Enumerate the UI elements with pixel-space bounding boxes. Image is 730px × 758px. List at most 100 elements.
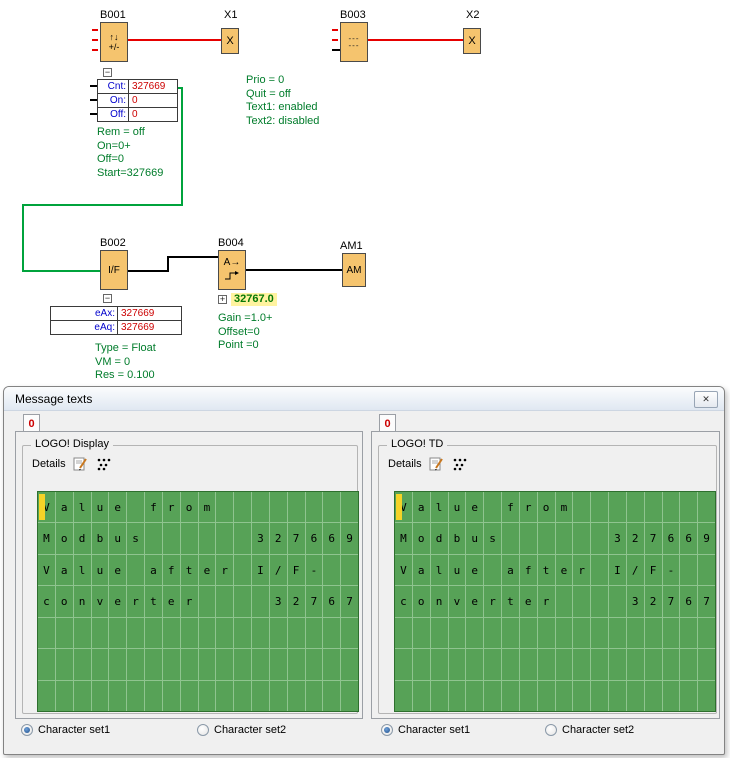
wire-b002-b004-a[interactable] — [128, 270, 169, 272]
lcd-cell[interactable] — [181, 618, 198, 648]
lcd-cell[interactable] — [484, 618, 501, 648]
lcd-cell[interactable] — [466, 618, 483, 648]
lcd-cell[interactable] — [484, 649, 501, 679]
lcd-cell[interactable] — [449, 681, 466, 711]
lcd-cell[interactable]: e — [199, 555, 216, 585]
lcd-cell[interactable]: 7 — [645, 523, 662, 553]
lcd-cell[interactable] — [270, 618, 287, 648]
lcd-cell[interactable] — [591, 555, 608, 585]
wire-b004-am1[interactable] — [246, 269, 342, 271]
lcd-cell[interactable] — [216, 681, 233, 711]
lcd-cell[interactable] — [680, 555, 697, 585]
lcd-cell[interactable] — [556, 649, 573, 679]
lcd-cell[interactable] — [609, 681, 626, 711]
lcd-cell[interactable]: r — [163, 492, 180, 522]
lcd-cell[interactable] — [252, 618, 269, 648]
lcd-cell[interactable] — [538, 681, 555, 711]
lcd-cell[interactable] — [431, 681, 448, 711]
lcd-cell[interactable]: 7 — [341, 586, 358, 616]
lcd-cell[interactable] — [395, 649, 412, 679]
wire-counter-out-e[interactable] — [22, 270, 101, 272]
lcd-cell[interactable] — [591, 649, 608, 679]
lcd-cell[interactable]: 9 — [341, 523, 358, 553]
block-b002-if-converter[interactable]: I/F — [100, 250, 128, 290]
lcd-cell[interactable]: r — [573, 555, 590, 585]
lcd-cell[interactable]: t — [181, 555, 198, 585]
lcd-cell[interactable]: I — [609, 555, 626, 585]
lcd-cell[interactable]: 6 — [323, 523, 340, 553]
lcd-cell[interactable]: 2 — [645, 586, 662, 616]
lcd-cell[interactable]: 7 — [698, 586, 715, 616]
wire-counter-out-b[interactable] — [181, 87, 183, 206]
lcd-cell[interactable] — [199, 681, 216, 711]
lcd-cell[interactable]: 9 — [698, 523, 715, 553]
lcd-cell[interactable] — [199, 618, 216, 648]
lcd-cell[interactable] — [627, 618, 644, 648]
lcd-cell[interactable] — [609, 586, 626, 616]
radio-td-charset2[interactable]: Character set2 — [545, 724, 634, 736]
lcd-cell[interactable]: r — [538, 586, 555, 616]
expand-box[interactable]: + — [218, 295, 227, 304]
param-value[interactable]: 327669 — [118, 307, 154, 320]
lcd-cell[interactable]: V — [38, 492, 55, 522]
lcd-cell[interactable]: a — [56, 555, 73, 585]
lcd-cell[interactable]: f — [520, 555, 537, 585]
lcd-cell[interactable]: c — [395, 586, 412, 616]
lcd-cell[interactable]: a — [145, 555, 162, 585]
lcd-cell[interactable] — [413, 649, 430, 679]
lcd-cell[interactable] — [502, 681, 519, 711]
radio-button-icon[interactable] — [197, 724, 209, 736]
edit-details-icon[interactable] — [73, 456, 89, 471]
lcd-cell[interactable]: 6 — [323, 586, 340, 616]
block-b001-updown-counter[interactable]: ↑↓ +/- — [100, 22, 128, 62]
lcd-cell[interactable]: d — [74, 523, 91, 553]
lcd-cell[interactable]: r — [484, 586, 501, 616]
lcd-cell[interactable] — [573, 618, 590, 648]
lcd-cell[interactable] — [288, 492, 305, 522]
lcd-cell[interactable] — [216, 586, 233, 616]
lcd-cell[interactable]: 6 — [663, 523, 680, 553]
lcd-cell[interactable] — [520, 681, 537, 711]
lcd-cell[interactable] — [145, 681, 162, 711]
lcd-cell[interactable] — [556, 586, 573, 616]
lcd-cell[interactable]: M — [395, 523, 412, 553]
lcd-cell[interactable] — [449, 649, 466, 679]
lcd-cell[interactable]: 3 — [270, 586, 287, 616]
wire-b002-b004-b[interactable] — [167, 256, 169, 272]
lcd-cell[interactable] — [216, 649, 233, 679]
lcd-cell[interactable]: a — [413, 555, 430, 585]
special-characters-icon[interactable] — [452, 456, 468, 471]
lcd-cell[interactable] — [645, 649, 662, 679]
lcd-cell[interactable] — [323, 681, 340, 711]
lcd-cell[interactable] — [698, 555, 715, 585]
lcd-cell[interactable] — [680, 649, 697, 679]
lcd-cell[interactable]: r — [181, 586, 198, 616]
lcd-cell[interactable] — [127, 492, 144, 522]
lcd-cell[interactable] — [234, 681, 251, 711]
lcd-cell[interactable] — [56, 681, 73, 711]
wire-counter-out-d[interactable] — [22, 204, 24, 272]
radio-button-icon[interactable] — [21, 724, 33, 736]
lcd-cell[interactable]: b — [449, 523, 466, 553]
lcd-cell[interactable]: n — [74, 586, 91, 616]
lcd-cell[interactable] — [538, 618, 555, 648]
lcd-cell[interactable] — [484, 681, 501, 711]
lcd-cell[interactable]: o — [56, 523, 73, 553]
wire-counter-out-c[interactable] — [22, 204, 183, 206]
lcd-cell[interactable]: F — [645, 555, 662, 585]
lcd-cell[interactable] — [573, 492, 590, 522]
lcd-cell[interactable]: 7 — [306, 586, 323, 616]
lcd-cell[interactable] — [163, 618, 180, 648]
lcd-cell[interactable] — [591, 523, 608, 553]
lcd-cell[interactable] — [538, 649, 555, 679]
lcd-cell[interactable] — [538, 523, 555, 553]
lcd-cell[interactable]: 6 — [680, 586, 697, 616]
lcd-cell[interactable] — [556, 523, 573, 553]
block-x2-output[interactable]: X — [463, 28, 481, 54]
lcd-cell[interactable]: s — [484, 523, 501, 553]
lcd-cell[interactable]: t — [538, 555, 555, 585]
lcd-cell[interactable]: e — [466, 492, 483, 522]
lcd-cell[interactable] — [234, 586, 251, 616]
lcd-cell[interactable]: - — [663, 555, 680, 585]
lcd-cell[interactable]: t — [502, 586, 519, 616]
